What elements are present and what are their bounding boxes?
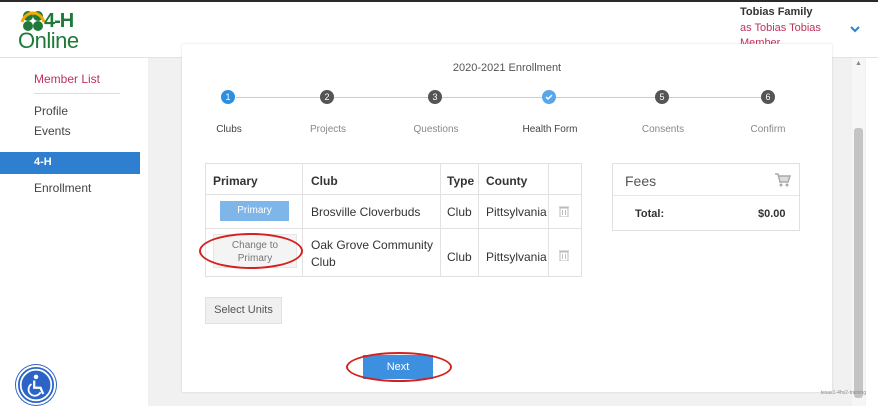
check-icon — [545, 94, 553, 101]
user-name: Tobias Family — [740, 6, 813, 18]
step-2-dot[interactable]: 2 — [320, 90, 334, 104]
user-as: as Tobias Tobias — [740, 22, 821, 34]
column-header-primary: Primary — [213, 174, 258, 188]
chevron-down-icon[interactable] — [848, 22, 862, 36]
column-header-county: County — [486, 174, 528, 188]
step-4-check-dot[interactable] — [542, 90, 556, 104]
top-border — [0, 0, 878, 2]
column-header-club: Club — [311, 174, 338, 188]
table-cell-county: Pittsylvania — [486, 250, 547, 264]
step-label-clubs: Clubs — [216, 124, 242, 135]
page-title: 2020-2021 Enrollment — [452, 62, 562, 74]
scrollbar-thumb[interactable] — [854, 128, 863, 398]
scroll-up-icon[interactable]: ▲ — [855, 60, 862, 67]
step-1-dot[interactable]: 1 — [221, 90, 235, 104]
table-cell-type: Club — [447, 250, 472, 264]
scrollbar[interactable]: ▲ — [852, 58, 865, 406]
step-5-dot[interactable]: 5 — [655, 90, 669, 104]
select-units-button[interactable]: Select Units — [205, 297, 282, 324]
step-label-health-form: Health Form — [522, 124, 578, 135]
fees-total-label: Total: — [635, 208, 665, 220]
step-label-confirm: Confirm — [750, 124, 786, 135]
highlight-ellipse-change-primary — [199, 233, 303, 269]
user-menu[interactable]: Tobias Family as Tobias Tobias Member — [740, 6, 850, 49]
sidebar-item-enrollment[interactable]: Enrollment — [34, 181, 91, 195]
step-6-dot[interactable]: 6 — [761, 90, 775, 104]
step-label-questions: Questions — [413, 124, 459, 135]
step-3-dot[interactable]: 3 — [428, 90, 442, 104]
sidebar-item-events[interactable]: Events — [34, 124, 71, 138]
table-col-divider — [478, 163, 479, 277]
step-label-projects: Projects — [309, 124, 347, 135]
table-cell-county: Pittsylvania — [486, 205, 547, 219]
environment-tag: texas1-4hv2-training — [820, 390, 866, 396]
primary-button[interactable]: Primary — [220, 201, 289, 221]
sidebar-divider — [34, 93, 120, 94]
column-header-type: Type — [447, 174, 475, 188]
table-cell-club: Brosville Cloverbuds — [311, 205, 421, 219]
fees-header: Fees — [613, 164, 799, 196]
trash-icon[interactable] — [559, 249, 569, 261]
table-cell-type: Club — [447, 205, 472, 219]
cart-icon[interactable] — [775, 173, 791, 187]
table-row-divider — [205, 228, 582, 229]
fees-panel: Fees Total: $0.00 — [612, 163, 800, 231]
table-col-divider — [302, 163, 303, 277]
step-label-consents: Consents — [641, 124, 685, 135]
fees-title: Fees — [625, 173, 657, 189]
table-col-divider — [548, 163, 549, 277]
sidebar-item-profile[interactable]: Profile — [34, 104, 68, 118]
stepper-line — [236, 97, 764, 98]
4h-online-logo[interactable]: 4-H Online — [14, 6, 124, 54]
table-cell-club: Oak Grove Community Club — [311, 238, 434, 269]
table-col-divider — [440, 163, 441, 277]
sidebar-item-4h[interactable]: 4-H — [0, 152, 140, 174]
highlight-ellipse-next — [346, 352, 452, 382]
logo-text-online: Online — [18, 28, 79, 53]
sidebar: Member List Profile Events 4-H Enrollmen… — [0, 58, 148, 406]
fees-total-value: $0.00 — [758, 208, 786, 220]
trash-icon[interactable] — [559, 205, 569, 217]
sidebar-item-4h-label: 4-H — [34, 156, 52, 168]
accessibility-icon[interactable] — [16, 365, 56, 405]
table-header-divider — [205, 194, 582, 195]
sidebar-item-member-list[interactable]: Member List — [34, 72, 100, 86]
